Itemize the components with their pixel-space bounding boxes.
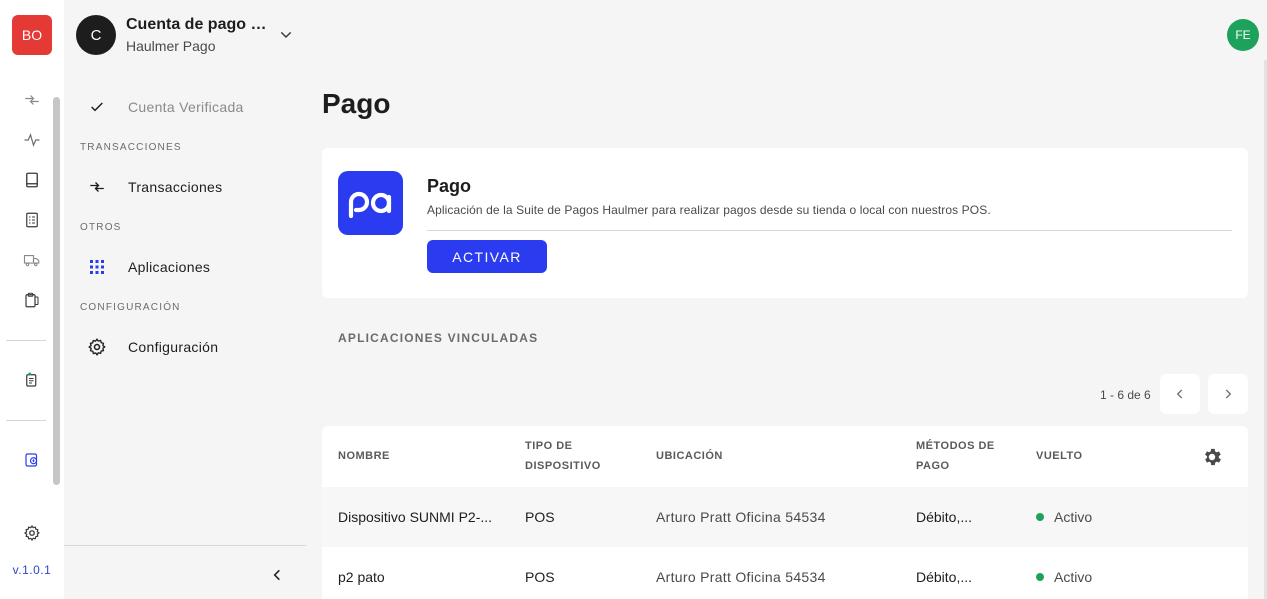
cell-change-status: Activo bbox=[1036, 487, 1092, 547]
version-label: v.1.0.1 bbox=[12, 563, 52, 577]
linked-apps-table: NOMBRE TIPO DE DISPOSITIVO UBICACIÓN MÉT… bbox=[322, 426, 1248, 599]
section-title-others: OTROS bbox=[80, 222, 122, 233]
clipboard-icon[interactable] bbox=[20, 288, 44, 312]
prev-page-button[interactable] bbox=[1160, 374, 1200, 414]
truck-icon[interactable] bbox=[20, 248, 44, 272]
section-title-configuration: CONFIGURACIÓN bbox=[80, 302, 181, 313]
linked-apps-title: APLICACIONES VINCULADAS bbox=[338, 331, 539, 345]
column-header-line: PAGO bbox=[916, 460, 950, 472]
column-header-change[interactable]: VUELTO bbox=[1036, 446, 1083, 466]
activity-icon[interactable] bbox=[20, 128, 44, 152]
next-page-button[interactable] bbox=[1208, 374, 1248, 414]
gear-icon[interactable] bbox=[20, 521, 44, 545]
verified-status: Cuenta Verificada bbox=[80, 89, 306, 125]
sidebar-item-applications[interactable]: Aplicaciones bbox=[80, 249, 306, 285]
rail-divider bbox=[6, 420, 46, 421]
chevron-right-icon bbox=[1225, 389, 1232, 399]
table-row[interactable]: Dispositivo SUNMI P2-... POS Arturo Prat… bbox=[322, 487, 1248, 547]
cell-name: Dispositivo SUNMI P2-... bbox=[338, 509, 493, 525]
payment-app-icon[interactable] bbox=[20, 448, 44, 472]
cell-device-type: POS bbox=[525, 569, 555, 585]
sidebar-divider bbox=[64, 545, 306, 546]
org-badge[interactable]: BO bbox=[12, 15, 52, 55]
column-header-line: DISPOSITIVO bbox=[525, 460, 601, 472]
column-header-line: TIPO DE bbox=[525, 440, 573, 452]
receipt-icon[interactable] bbox=[20, 368, 44, 392]
app-description: Aplicación de la Suite de Pagos Haulmer … bbox=[427, 203, 991, 217]
cell-payment-methods: Débito,... bbox=[916, 509, 973, 525]
rail-divider bbox=[6, 340, 46, 341]
column-header-line: MÉTODOS DE bbox=[916, 440, 995, 452]
status-dot bbox=[1036, 573, 1044, 581]
collapse-sidebar-button[interactable] bbox=[267, 565, 287, 585]
app-title: Pago bbox=[427, 176, 472, 196]
column-header-device-type[interactable]: TIPO DE DISPOSITIVO bbox=[525, 436, 601, 476]
section-title-transactions: TRANSACCIONES bbox=[80, 142, 182, 153]
status-dot bbox=[1036, 513, 1044, 521]
activate-button[interactable]: ACTIVAR bbox=[427, 240, 547, 273]
account-name: Cuenta de pago R... bbox=[126, 16, 270, 33]
sidebar-item-label: Transacciones bbox=[128, 179, 223, 195]
page-title: Pago bbox=[322, 88, 391, 119]
book-icon[interactable] bbox=[20, 168, 44, 192]
sidebar-item-transactions[interactable]: Transacciones bbox=[80, 169, 306, 205]
cell-location: Arturo Pratt Oficina 54534 bbox=[656, 509, 826, 525]
column-header-payment-methods[interactable]: MÉTODOS DE PAGO bbox=[916, 436, 995, 476]
cell-change-status: Activo bbox=[1036, 547, 1092, 599]
app-card: Pago Aplicación de la Suite de Pagos Hau… bbox=[322, 148, 1248, 298]
document-list-icon[interactable] bbox=[20, 208, 44, 232]
check-icon bbox=[80, 97, 114, 117]
sidebar-item-configuration[interactable]: Configuración bbox=[80, 329, 306, 365]
account-avatar: C bbox=[76, 15, 116, 55]
cell-payment-methods: Débito,... bbox=[916, 569, 973, 585]
cell-location: Arturo Pratt Oficina 54534 bbox=[656, 569, 826, 585]
user-avatar[interactable]: FE bbox=[1227, 19, 1259, 51]
cell-name: p2 pato bbox=[338, 569, 385, 585]
rail-scrollbar[interactable] bbox=[53, 97, 60, 485]
cell-device-type: POS bbox=[525, 509, 555, 525]
sidebar-item-label: Configuración bbox=[128, 339, 219, 355]
grid-icon bbox=[80, 257, 114, 277]
app-rail: BO v.1.0.1 bbox=[0, 0, 64, 599]
pagination-range: 1 - 6 de 6 bbox=[1100, 388, 1151, 402]
gear-icon bbox=[80, 337, 114, 357]
app-divider bbox=[427, 230, 1232, 231]
sidebar-item-label: Aplicaciones bbox=[128, 259, 211, 275]
gear-icon bbox=[1205, 448, 1221, 466]
app-logo bbox=[338, 171, 403, 235]
status-label: Activo bbox=[1054, 509, 1093, 525]
transfer-icon bbox=[80, 177, 114, 197]
sidebar: C Cuenta de pago R... Haulmer Pago Cuent… bbox=[64, 0, 306, 599]
account-subtitle: Haulmer Pago bbox=[126, 38, 216, 54]
transfer-icon[interactable] bbox=[20, 88, 44, 112]
chevron-left-icon bbox=[1176, 389, 1183, 399]
column-header-location[interactable]: UBICACIÓN bbox=[656, 446, 723, 466]
chevron-down-icon[interactable] bbox=[276, 25, 296, 45]
verified-label: Cuenta Verificada bbox=[128, 99, 244, 115]
account-switcher[interactable]: C Cuenta de pago R... Haulmer Pago bbox=[76, 15, 296, 55]
column-header-name[interactable]: NOMBRE bbox=[338, 446, 390, 466]
chevron-left-icon bbox=[273, 569, 280, 581]
table-settings-button[interactable] bbox=[1200, 445, 1224, 469]
table-row[interactable]: p2 pato POS Arturo Pratt Oficina 54534 D… bbox=[322, 547, 1248, 599]
status-label: Activo bbox=[1054, 569, 1093, 585]
